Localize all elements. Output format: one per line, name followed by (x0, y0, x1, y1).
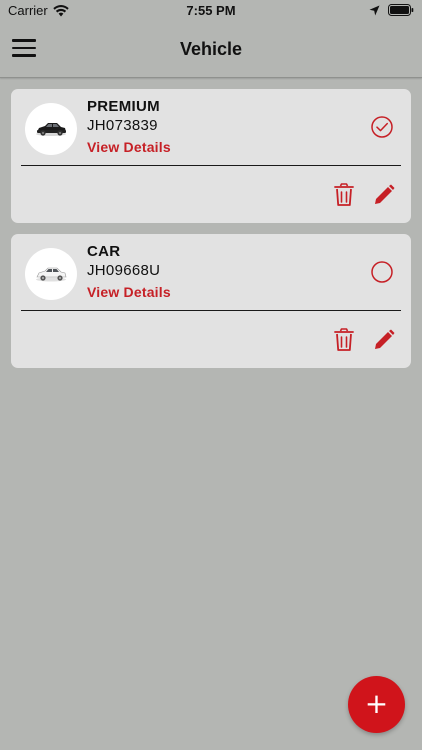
vehicle-avatar (25, 103, 77, 155)
plus-icon: + (364, 686, 389, 720)
black-sedan-icon (36, 123, 66, 136)
trash-icon[interactable] (333, 328, 355, 352)
vehicle-avatar (25, 248, 77, 300)
page-title: Vehicle (179, 39, 243, 59)
vehicle-card[interactable]: CAR JH09668U View Details (11, 234, 411, 368)
view-details-link[interactable]: View Details (87, 284, 171, 300)
white-sedan-icon (36, 267, 67, 282)
card-divider (21, 165, 401, 166)
vehicle-type: CAR (87, 243, 121, 260)
status-time: 7:55 PM (186, 3, 236, 18)
unselected-radio-icon[interactable] (371, 261, 393, 283)
card-divider (21, 310, 401, 311)
pencil-icon[interactable] (373, 329, 395, 351)
pencil-icon[interactable] (373, 184, 395, 206)
location-arrow-icon (369, 5, 380, 15)
nav-bar: Vehicle (0, 22, 422, 78)
selected-check-icon[interactable] (371, 116, 393, 138)
status-bar: Carrier 7:55 PM (0, 0, 422, 22)
status-right (369, 4, 414, 16)
add-vehicle-button[interactable]: + (348, 676, 405, 733)
view-details-link[interactable]: View Details (87, 139, 171, 155)
vehicle-plate: JH09668U (87, 262, 161, 279)
trash-icon[interactable] (333, 183, 355, 207)
vehicle-type: PREMIUM (87, 98, 160, 115)
battery-icon (388, 4, 414, 16)
vehicle-plate: JH073839 (87, 117, 158, 134)
vehicle-card[interactable]: PREMIUM JH073839 View Details (11, 89, 411, 223)
